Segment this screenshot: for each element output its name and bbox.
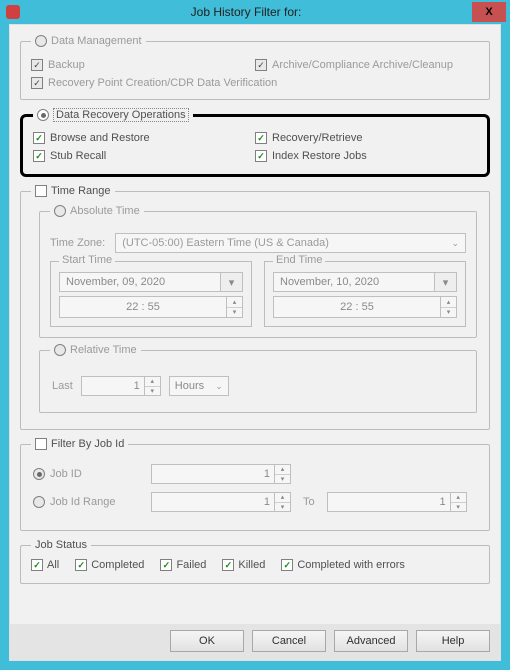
legend-relative-time: Relative Time: [70, 344, 137, 356]
radio-job-id: [33, 468, 45, 480]
field-job-id-to: 1 ▴▾: [327, 492, 467, 512]
checkbox-index-restore[interactable]: ✓: [255, 150, 267, 162]
legend-filter-job-id: Filter By Job Id: [51, 438, 124, 450]
group-job-status: Job Status ✓ All ✓ Completed ✓ Failed ✓ …: [20, 539, 490, 584]
help-button[interactable]: Help: [416, 630, 490, 652]
label-job-id: Job ID: [50, 468, 82, 480]
dropdown-end-date: November, 10, 2020 ▾: [273, 272, 457, 292]
label-backup: Backup: [48, 59, 85, 71]
field-last-value: 1 ▴▾: [81, 376, 161, 396]
label-browse-restore: Browse and Restore: [50, 132, 150, 144]
legend-end-time: End Time: [273, 254, 325, 266]
label-status-all: All: [47, 559, 59, 571]
group-time-range: Time Range Absolute Time Time Zone: (UTC…: [20, 185, 490, 430]
checkbox-status-completed[interactable]: ✓: [75, 559, 87, 571]
group-start-time: Start Time November, 09, 2020 ▾ 22 : 55 …: [50, 261, 252, 327]
close-button[interactable]: X: [472, 2, 506, 22]
group-end-time: End Time November, 10, 2020 ▾ 22 : 55 ▴▾: [264, 261, 466, 327]
checkbox-status-killed[interactable]: ✓: [222, 559, 234, 571]
start-time-value: 22 : 55: [60, 301, 226, 313]
spinner-job-id-to: ▴▾: [450, 493, 466, 511]
cancel-button[interactable]: Cancel: [252, 630, 326, 652]
radio-job-id-range: [33, 496, 45, 508]
group-absolute-time: Absolute Time Time Zone: (UTC-05:00) Eas…: [39, 205, 477, 338]
field-job-id: 1 ▴▾: [151, 464, 291, 484]
legend-data-management: Data Management: [51, 35, 142, 47]
end-time-value: 22 : 55: [274, 301, 440, 313]
dropdown-start-date: November, 09, 2020 ▾: [59, 272, 243, 292]
label-archive: Archive/Compliance Archive/Cleanup: [272, 59, 453, 71]
label-timezone: Time Zone:: [50, 237, 105, 249]
timezone-value: (UTC-05:00) Eastern Time (US & Canada): [122, 237, 329, 249]
select-last-unit: Hours ⌄: [169, 376, 229, 396]
legend-time-range: Time Range: [51, 185, 111, 197]
titlebar: Job History Filter for: X: [0, 0, 510, 24]
field-start-time: 22 : 55 ▴▾: [59, 296, 243, 318]
checkbox-status-cwe[interactable]: ✓: [281, 559, 293, 571]
label-status-failed: Failed: [176, 559, 206, 571]
end-date-value: November, 10, 2020: [274, 276, 434, 288]
label-to: To: [303, 496, 315, 508]
label-index-restore: Index Restore Jobs: [272, 150, 367, 162]
label-recovery-retrieve: Recovery/Retrieve: [272, 132, 362, 144]
start-date-value: November, 09, 2020: [60, 276, 220, 288]
checkbox-status-all[interactable]: ✓: [31, 559, 43, 571]
checkbox-stub-recall[interactable]: ✓: [33, 150, 45, 162]
label-stub-recall: Stub Recall: [50, 150, 106, 162]
window-title: Job History Filter for:: [20, 5, 472, 19]
group-filter-job-id: Filter By Job Id Job ID 1 ▴▾ Job Id Rang…: [20, 438, 490, 531]
last-unit-value: Hours: [175, 380, 204, 392]
field-job-id-from: 1 ▴▾: [151, 492, 291, 512]
last-value: 1: [82, 380, 144, 392]
button-bar: OK Cancel Advanced Help: [20, 628, 490, 652]
checkbox-browse-restore[interactable]: ✓: [33, 132, 45, 144]
label-status-cwe: Completed with errors: [297, 559, 405, 571]
legend-start-time: Start Time: [59, 254, 115, 266]
checkbox-status-failed[interactable]: ✓: [160, 559, 172, 571]
checkbox-filter-job-id[interactable]: [35, 438, 47, 450]
advanced-button[interactable]: Advanced: [334, 630, 408, 652]
checkbox-archive: ✓: [255, 59, 267, 71]
spinner-start-time: ▴▾: [226, 297, 242, 317]
legend-job-status: Job Status: [35, 539, 87, 551]
radio-absolute-time: [54, 205, 66, 217]
legend-absolute-time: Absolute Time: [70, 205, 140, 217]
checkbox-recovery-retrieve[interactable]: ✓: [255, 132, 267, 144]
job-id-to-value: 1: [328, 496, 450, 508]
dialog-content: Data Management ✓ Backup ✓ Archive/Compl…: [9, 24, 501, 661]
spinner-end-time: ▴▾: [440, 297, 456, 317]
chevron-down-icon: ⌄: [451, 238, 459, 249]
chevron-down-icon: ⌄: [215, 381, 223, 392]
triangle-down-icon: ▾: [220, 273, 242, 291]
group-data-management: Data Management ✓ Backup ✓ Archive/Compl…: [20, 35, 490, 100]
label-status-completed: Completed: [91, 559, 144, 571]
legend-data-recovery: Data Recovery Operations: [56, 109, 186, 121]
spinner-last: ▴▾: [144, 377, 160, 395]
triangle-down-icon: ▾: [434, 273, 456, 291]
radio-data-recovery[interactable]: [37, 109, 49, 121]
label-recovery-point: Recovery Point Creation/CDR Data Verific…: [48, 77, 277, 89]
spinner-job-id: ▴▾: [274, 465, 290, 483]
app-icon: [6, 5, 20, 19]
job-id-from-value: 1: [152, 496, 274, 508]
label-job-id-range: Job Id Range: [50, 496, 115, 508]
radio-data-management[interactable]: [35, 35, 47, 47]
group-data-recovery: Data Recovery Operations ✓ Browse and Re…: [20, 108, 490, 177]
label-status-killed: Killed: [238, 559, 265, 571]
field-end-time: 22 : 55 ▴▾: [273, 296, 457, 318]
checkbox-time-range[interactable]: [35, 185, 47, 197]
select-timezone: (UTC-05:00) Eastern Time (US & Canada) ⌄: [115, 233, 466, 253]
label-last: Last: [52, 380, 73, 392]
job-id-value: 1: [152, 468, 274, 480]
radio-relative-time: [54, 344, 66, 356]
spinner-job-id-from: ▴▾: [274, 493, 290, 511]
group-relative-time: Relative Time Last 1 ▴▾ Hours ⌄: [39, 344, 477, 413]
checkbox-backup: ✓: [31, 59, 43, 71]
checkbox-recovery-point: ✓: [31, 77, 43, 89]
ok-button[interactable]: OK: [170, 630, 244, 652]
